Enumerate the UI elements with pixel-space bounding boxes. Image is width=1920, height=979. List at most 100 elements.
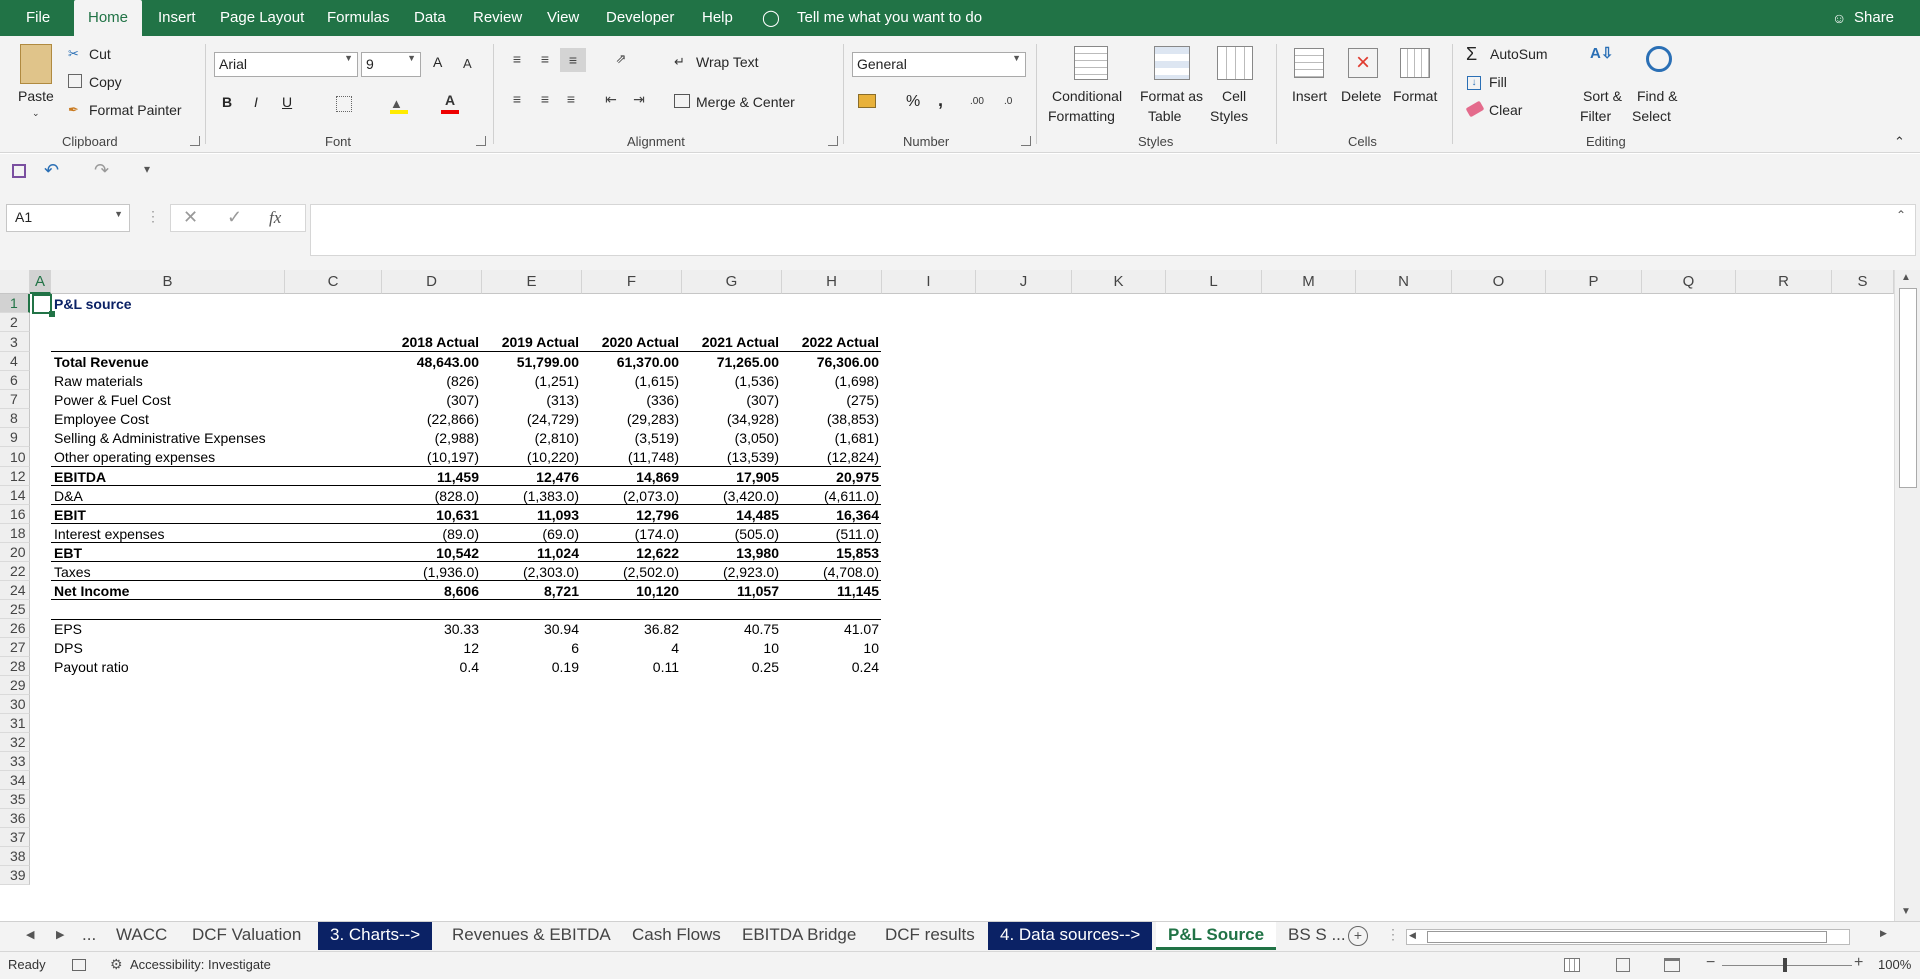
sort-filter-icon[interactable]: A⇩ bbox=[1590, 44, 1613, 62]
value-cell[interactable]: 30.33 bbox=[379, 620, 479, 638]
sheet-tab-10[interactable]: BS S ... bbox=[1276, 922, 1358, 950]
value-cell[interactable]: (2,073.0) bbox=[579, 487, 679, 505]
decrease-decimal-button[interactable]: .0 bbox=[1004, 96, 1012, 107]
column-header-a[interactable]: A bbox=[30, 270, 51, 294]
vertical-scrollbar[interactable]: ▲ ▼ bbox=[1894, 270, 1920, 921]
insert-cells-icon[interactable] bbox=[1294, 48, 1324, 78]
delete-button[interactable]: Delete bbox=[1341, 88, 1381, 104]
increase-decimal-button[interactable]: .00 bbox=[970, 96, 984, 107]
row-label[interactable]: Raw materials bbox=[54, 372, 143, 390]
column-header-l[interactable]: L bbox=[1166, 270, 1262, 294]
column-header-m[interactable]: M bbox=[1262, 270, 1356, 294]
row-header-28[interactable]: 28 bbox=[0, 657, 30, 676]
value-cell[interactable]: (2,502.0) bbox=[579, 563, 679, 581]
row-header-34[interactable]: 34 bbox=[0, 771, 30, 790]
column-header-c[interactable]: C bbox=[285, 270, 382, 294]
percent-button[interactable]: % bbox=[906, 93, 920, 111]
row-label[interactable]: Total Revenue bbox=[54, 353, 149, 371]
column-header-o[interactable]: O bbox=[1452, 270, 1546, 294]
value-cell[interactable]: (3,420.0) bbox=[679, 487, 779, 505]
insert-button[interactable]: Insert bbox=[1292, 88, 1327, 104]
tell-me-search[interactable]: Tell me what you want to do bbox=[795, 0, 984, 36]
value-cell[interactable]: (2,923.0) bbox=[679, 563, 779, 581]
value-cell[interactable]: (3,519) bbox=[579, 429, 679, 447]
value-cell[interactable]: 11,145 bbox=[779, 582, 879, 600]
row-header-14[interactable]: 14 bbox=[0, 486, 30, 505]
tab-home[interactable]: Home bbox=[74, 0, 143, 36]
row-header-3[interactable]: 3 bbox=[0, 332, 30, 352]
sheet-tab-5[interactable]: Cash Flows bbox=[620, 922, 733, 950]
cell-styles-label1[interactable]: Cell bbox=[1222, 88, 1246, 104]
value-cell[interactable]: 30.94 bbox=[479, 620, 579, 638]
spreadsheet-grid[interactable]: ABCDEFGHIJKLMNOPQRS 1 2 3 4 6 7 8 9 10 12 14 16 18 20… bbox=[0, 270, 1920, 921]
sheet-title[interactable]: P&L source bbox=[54, 295, 132, 313]
font-size-select[interactable]: 9 ▼ bbox=[361, 52, 421, 77]
value-cell[interactable]: 0.25 bbox=[679, 658, 779, 676]
column-header-q[interactable]: Q bbox=[1642, 270, 1736, 294]
row-header-33[interactable]: 33 bbox=[0, 752, 30, 771]
normal-view-icon[interactable] bbox=[1564, 958, 1580, 972]
value-cell[interactable]: 6 bbox=[479, 639, 579, 657]
row-header-16[interactable]: 16 bbox=[0, 505, 30, 524]
copy-button[interactable]: Copy bbox=[89, 74, 122, 90]
scroll-down-icon[interactable]: ▼ bbox=[1901, 906, 1911, 917]
value-cell[interactable]: 11,057 bbox=[679, 582, 779, 600]
row-header-26[interactable]: 26 bbox=[0, 619, 30, 638]
row-header-8[interactable]: 8 bbox=[0, 409, 30, 428]
format-as-table-label1[interactable]: Format as bbox=[1140, 88, 1203, 104]
scroll-thumb[interactable] bbox=[1899, 288, 1917, 488]
decrease-indent-icon[interactable]: ⇤ bbox=[600, 90, 622, 108]
tab-review[interactable]: Review bbox=[471, 0, 524, 36]
select-all-corner[interactable] bbox=[0, 270, 30, 294]
value-cell[interactable]: 51,799.00 bbox=[479, 353, 579, 371]
italic-button[interactable]: I bbox=[254, 94, 258, 110]
column-header-b[interactable]: B bbox=[51, 270, 285, 294]
year-header[interactable]: 2018 Actual bbox=[379, 333, 479, 351]
row-header-24[interactable]: 24 bbox=[0, 581, 30, 600]
fill-button[interactable]: Fill bbox=[1489, 74, 1507, 90]
paste-icon[interactable] bbox=[20, 44, 52, 84]
zoom-slider-thumb[interactable] bbox=[1783, 958, 1787, 972]
zoom-slider[interactable] bbox=[1722, 965, 1852, 966]
chevron-down-icon[interactable]: ⌄ bbox=[32, 108, 40, 119]
value-cell[interactable]: (1,251) bbox=[479, 372, 579, 390]
sheet-tab-3[interactable]: 3. Charts--> bbox=[318, 922, 433, 950]
row-header-2[interactable]: 2 bbox=[0, 313, 30, 332]
tab-data[interactable]: Data bbox=[412, 0, 448, 36]
value-cell[interactable]: 76,306.00 bbox=[779, 353, 879, 371]
increase-indent-icon[interactable]: ⇥ bbox=[628, 90, 650, 108]
year-header[interactable]: 2022 Actual bbox=[779, 333, 879, 351]
cell-styles-icon[interactable] bbox=[1217, 46, 1253, 80]
row-header-31[interactable]: 31 bbox=[0, 714, 30, 733]
value-cell[interactable]: 10,542 bbox=[379, 544, 479, 562]
value-cell[interactable]: 4 bbox=[579, 639, 679, 657]
column-header-n[interactable]: N bbox=[1356, 270, 1452, 294]
value-cell[interactable]: (1,698) bbox=[779, 372, 879, 390]
row-header-20[interactable]: 20 bbox=[0, 543, 30, 562]
value-cell[interactable]: 40.75 bbox=[679, 620, 779, 638]
value-cell[interactable]: 15,853 bbox=[779, 544, 879, 562]
value-cell[interactable]: (13,539) bbox=[679, 448, 779, 466]
scroll-right-icon[interactable]: ▶ bbox=[1880, 928, 1887, 939]
row-header-9[interactable]: 9 bbox=[0, 428, 30, 447]
value-cell[interactable]: 10 bbox=[779, 639, 879, 657]
wrap-text-button[interactable]: Wrap Text bbox=[696, 54, 759, 70]
row-header-27[interactable]: 27 bbox=[0, 638, 30, 657]
zoom-out-icon[interactable]: − bbox=[1706, 954, 1715, 972]
tab-formulas[interactable]: Formulas bbox=[325, 0, 392, 36]
value-cell[interactable]: (10,197) bbox=[379, 448, 479, 466]
value-cell[interactable]: 13,980 bbox=[679, 544, 779, 562]
cancel-icon[interactable]: ✕ bbox=[183, 207, 198, 228]
enter-icon[interactable]: ✓ bbox=[227, 207, 242, 228]
year-header[interactable]: 2020 Actual bbox=[579, 333, 679, 351]
value-cell[interactable]: 14,485 bbox=[679, 506, 779, 524]
tab-insert[interactable]: Insert bbox=[156, 0, 198, 36]
value-cell[interactable]: (38,853) bbox=[779, 410, 879, 428]
value-cell[interactable]: (313) bbox=[479, 391, 579, 409]
value-cell[interactable]: (29,283) bbox=[579, 410, 679, 428]
comma-button[interactable]: , bbox=[938, 90, 943, 111]
value-cell[interactable]: 11,024 bbox=[479, 544, 579, 562]
value-cell[interactable]: 12,476 bbox=[479, 468, 579, 486]
row-header-25[interactable]: 25 bbox=[0, 600, 30, 619]
row-header-7[interactable]: 7 bbox=[0, 390, 30, 409]
